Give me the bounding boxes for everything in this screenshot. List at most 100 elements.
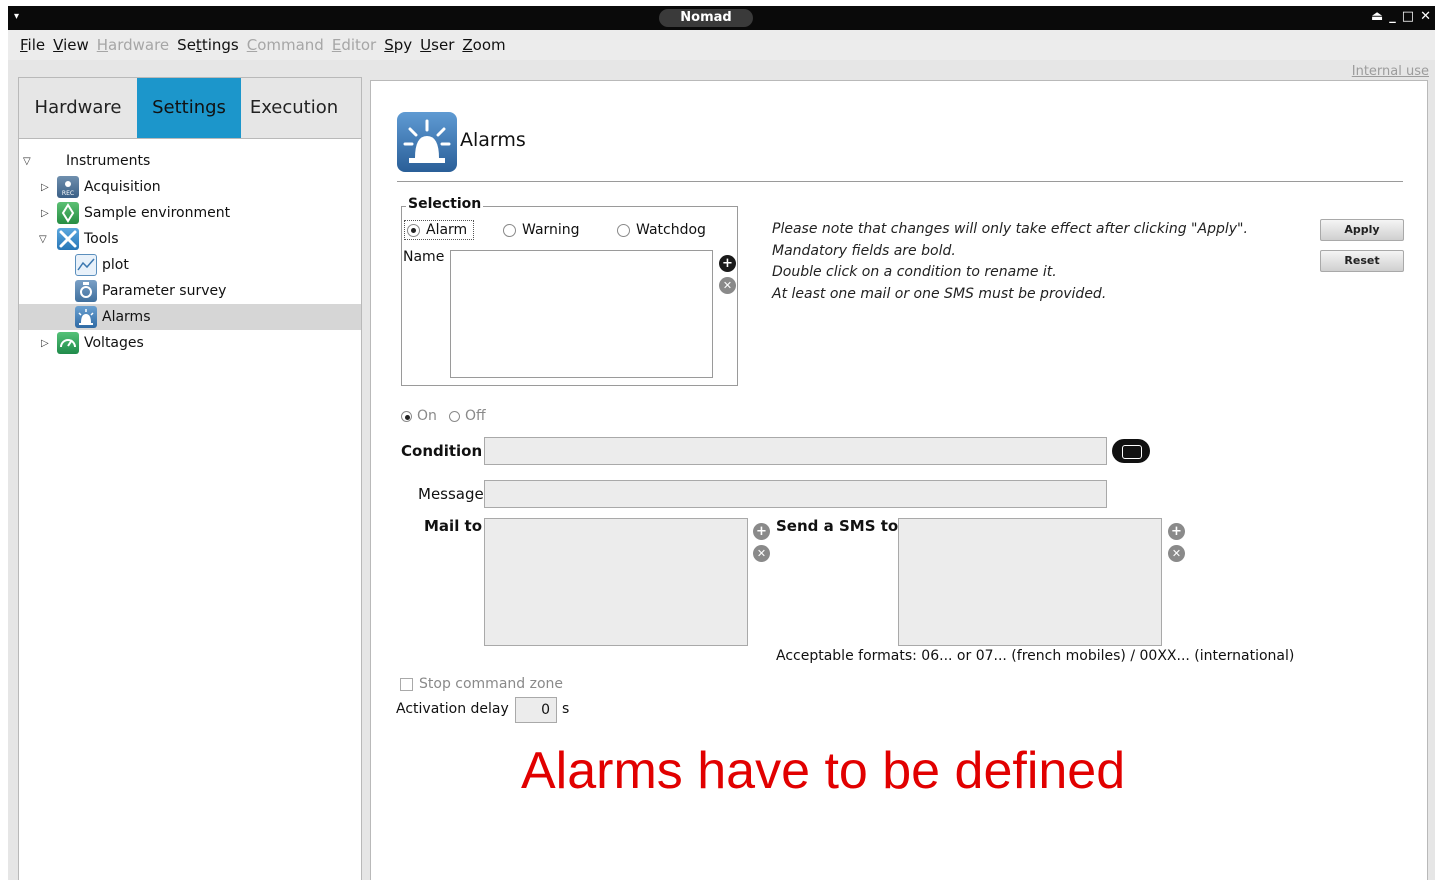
tab-settings[interactable]: Settings	[137, 78, 241, 138]
checkbox-label: Stop command zone	[419, 676, 564, 692]
message-label: Message	[418, 485, 484, 503]
x-circle-icon[interactable]: ✕	[719, 277, 736, 294]
tab-hardware[interactable]: Hardware	[19, 78, 137, 138]
menu-user[interactable]: User	[420, 36, 461, 54]
selection-legend: Selection	[406, 196, 484, 212]
close-icon[interactable]: ✕	[1420, 9, 1431, 24]
tree-label: Voltages	[84, 335, 144, 351]
message-input[interactable]	[484, 480, 1107, 508]
minimize-icon[interactable]: _	[1389, 9, 1396, 24]
condition-label: Condition	[401, 442, 483, 460]
collapsed-arrow-icon[interactable]: ▷	[41, 338, 49, 349]
stop-command-zone-checkbox[interactable]: Stop command zone	[400, 676, 563, 692]
expanded-arrow-icon[interactable]: ▽	[23, 156, 31, 167]
mail-to-list[interactable]	[484, 518, 748, 646]
instrument-tree: ▽ Instruments ▷ REC Acquisition ▷ Sample…	[19, 148, 361, 356]
activation-delay-label: Activation delay	[396, 701, 509, 717]
section-tabs: Hardware Settings Execution	[19, 78, 361, 139]
sample-environment-icon	[57, 202, 79, 224]
window-title: Nomad	[659, 9, 753, 27]
menu-settings[interactable]: Settings	[177, 36, 246, 54]
window-controls: ⏏ _ □ ✕	[1371, 9, 1431, 24]
eject-icon[interactable]: ⏏	[1371, 9, 1383, 24]
tree-node-instruments[interactable]: ▽ Instruments	[19, 148, 361, 174]
window-menu-icon[interactable]: ▾	[14, 11, 19, 22]
alarm-name-list[interactable]	[450, 250, 713, 378]
menu-spy[interactable]: Spy	[384, 36, 419, 54]
tree-node-alarms[interactable]: Alarms	[19, 304, 361, 330]
menu-command[interactable]: Command	[247, 36, 331, 54]
activation-delay-input[interactable]: 0	[515, 697, 557, 723]
sms-to-list[interactable]	[898, 518, 1162, 646]
tab-execution[interactable]: Execution	[241, 78, 347, 138]
radio-label: On	[417, 408, 437, 424]
maximize-icon[interactable]: □	[1402, 9, 1414, 24]
name-label: Name	[403, 249, 445, 265]
plus-circle-icon[interactable]: +	[719, 255, 736, 272]
condition-editor-icon[interactable]	[1112, 439, 1150, 463]
activation-delay-unit: s	[562, 701, 570, 717]
radio-label: Off	[465, 408, 486, 424]
x-circle-icon[interactable]: ✕	[1168, 545, 1185, 562]
plus-circle-icon[interactable]: +	[753, 523, 770, 540]
apply-button[interactable]: Apply	[1320, 219, 1404, 241]
plot-icon	[75, 254, 97, 276]
tree-label: Alarms	[102, 309, 151, 325]
radio-watchdog[interactable]: Watchdog	[617, 222, 706, 238]
radio-unselected-icon	[503, 223, 516, 237]
tree-label: Sample environment	[84, 205, 231, 221]
radio-on[interactable]: On	[401, 408, 437, 424]
radio-label: Alarm	[426, 222, 468, 238]
x-circle-icon[interactable]: ✕	[753, 545, 770, 562]
tree-node-acquisition[interactable]: ▷ REC Acquisition	[19, 174, 361, 200]
radio-label: Watchdog	[636, 222, 706, 238]
radio-label: Warning	[522, 222, 580, 238]
siren-icon	[397, 112, 457, 172]
alarms-settings-panel: Alarms Selection Alarm Warning Watchdog …	[370, 80, 1428, 880]
sms-formats-note: Acceptable formats: 06... or 07... (fren…	[776, 648, 1295, 664]
tree-node-sample-environment[interactable]: ▷ Sample environment	[19, 200, 361, 226]
siren-icon	[75, 306, 97, 328]
collapsed-arrow-icon[interactable]: ▷	[41, 208, 49, 219]
navigation-panel: Hardware Settings Execution ▽ Instrument…	[18, 77, 362, 880]
radio-selected-icon	[401, 410, 412, 422]
tree-label: Parameter survey	[102, 283, 227, 299]
tree-label: Instruments	[66, 153, 151, 169]
tree-node-parameter-survey[interactable]: Parameter survey	[19, 278, 361, 304]
note-mandatory: Mandatory fields are bold.	[772, 243, 956, 259]
menu-editor[interactable]: Editor	[332, 36, 383, 54]
menu-zoom[interactable]: Zoom	[462, 36, 512, 54]
radio-unselected-icon	[617, 223, 630, 237]
tree-node-tools[interactable]: ▽ Tools	[19, 226, 361, 252]
mail-to-label: Mail to	[424, 517, 483, 535]
menu-bar: File View Hardware Settings Command Edit…	[8, 30, 1435, 60]
radio-alarm[interactable]: Alarm	[404, 220, 475, 240]
tree-label: Acquisition	[84, 179, 161, 195]
plus-circle-icon[interactable]: +	[1168, 523, 1185, 540]
note-mail-sms: At least one mail or one SMS must be pro…	[772, 286, 1107, 302]
collapsed-arrow-icon[interactable]: ▷	[41, 182, 49, 193]
rec-icon: REC	[57, 176, 79, 198]
parameter-survey-icon	[75, 280, 97, 302]
tree-node-plot[interactable]: plot	[19, 252, 361, 278]
annotation-text: Alarms have to be defined	[521, 742, 1126, 800]
menu-view[interactable]: View	[53, 36, 96, 54]
menu-hardware[interactable]: Hardware	[97, 36, 176, 54]
window-titlebar: ▾ Nomad ⏏ _ □ ✕	[8, 6, 1435, 30]
sms-to-label: Send a SMS to	[776, 517, 899, 535]
checkbox-box	[400, 677, 413, 691]
tree-node-voltages[interactable]: ▷ Voltages	[19, 330, 361, 356]
menu-file[interactable]: File	[20, 36, 52, 54]
condition-input[interactable]	[484, 437, 1107, 465]
note-apply: Please note that changes will only take …	[772, 221, 1248, 237]
note-rename: Double click on a condition to rename it…	[772, 264, 1057, 280]
wrench-screwdriver-icon	[57, 228, 79, 250]
radio-off[interactable]: Off	[449, 408, 486, 424]
page-title: Alarms	[460, 129, 526, 151]
reset-button[interactable]: Reset	[1320, 250, 1404, 272]
radio-warning[interactable]: Warning	[503, 222, 580, 238]
expanded-arrow-icon[interactable]: ▽	[39, 234, 47, 245]
radio-unselected-icon	[449, 410, 460, 422]
internal-use-link[interactable]: Internal use	[1352, 64, 1429, 79]
tree-label: Tools	[84, 231, 119, 247]
